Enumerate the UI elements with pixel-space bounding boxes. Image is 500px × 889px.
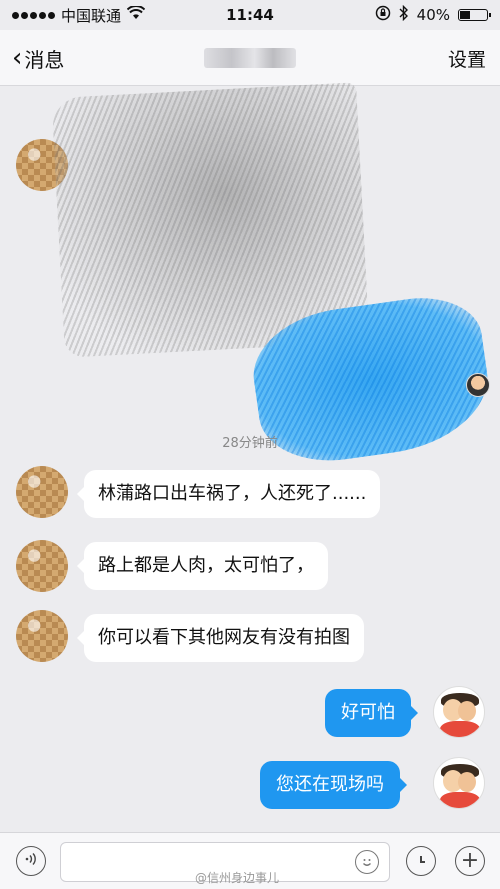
history-button[interactable] bbox=[406, 846, 436, 876]
orientation-lock-icon bbox=[375, 5, 391, 25]
contact-name-blurred bbox=[0, 47, 500, 69]
carrier-label: 中国联通 bbox=[61, 6, 122, 25]
battery-icon bbox=[458, 9, 491, 21]
incoming-message-bubble[interactable]: 你可以看下其他网友有没有拍图 bbox=[77, 614, 364, 662]
status-left: 中国联通 bbox=[12, 5, 146, 26]
more-button[interactable]: + bbox=[455, 846, 485, 876]
status-right: 40% bbox=[375, 4, 491, 25]
user-avatar[interactable] bbox=[433, 757, 485, 809]
plus-icon: + bbox=[460, 848, 480, 873]
signal-strength-icon bbox=[12, 11, 55, 19]
settings-button[interactable]: 设置 bbox=[448, 30, 486, 86]
voice-input-button[interactable] bbox=[16, 846, 46, 876]
outgoing-message-bubble[interactable]: 好可怕 bbox=[325, 689, 418, 737]
contact-avatar[interactable] bbox=[16, 610, 68, 662]
outgoing-message-bubble[interactable]: 您还在现场吗 bbox=[260, 761, 407, 809]
emoji-button[interactable] bbox=[355, 850, 379, 874]
clock-icon bbox=[415, 855, 427, 867]
user-avatar[interactable] bbox=[433, 686, 485, 738]
watermark: @信州身边事儿 bbox=[195, 871, 280, 885]
status-bar: 中国联通 11:44 40% bbox=[0, 0, 500, 30]
smiley-icon bbox=[363, 859, 371, 866]
voice-icon bbox=[24, 852, 38, 870]
contact-avatar[interactable] bbox=[16, 540, 68, 592]
bluetooth-icon bbox=[399, 4, 409, 25]
nav-bar: ‹ 消息 设置 bbox=[0, 30, 500, 86]
message-time-label: 28分钟前 bbox=[222, 436, 278, 451]
incoming-message-bubble[interactable]: 路上都是人肉，太可怕了， bbox=[77, 542, 328, 590]
battery-percent: 40% bbox=[416, 6, 450, 24]
contact-avatar[interactable] bbox=[16, 466, 68, 518]
user-avatar-small bbox=[466, 373, 490, 397]
incoming-message-bubble[interactable]: 林蒲路口出车祸了，人还死了...... bbox=[76, 470, 381, 518]
wifi-icon bbox=[126, 5, 146, 24]
